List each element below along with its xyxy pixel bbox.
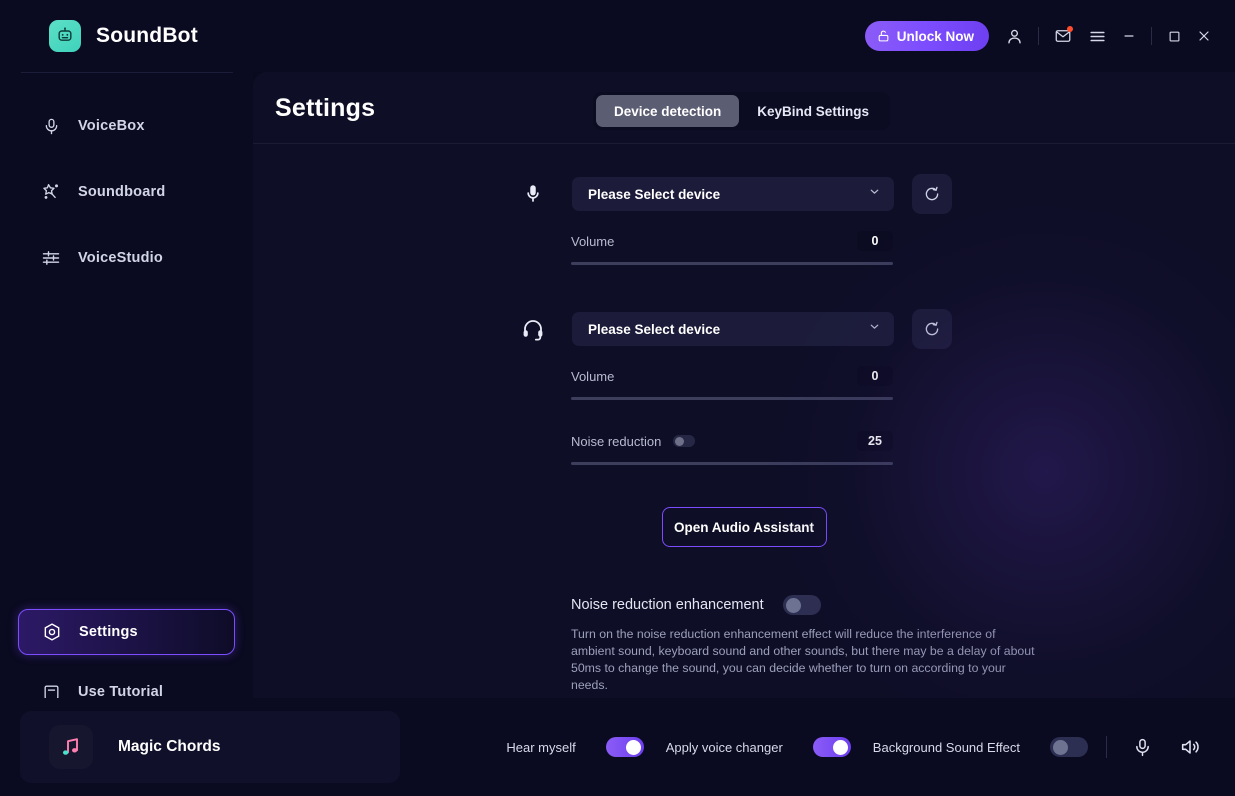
content-header: Settings Device detection KeyBind Settin…: [253, 72, 1235, 144]
device-detection-body: Please Select device Volume 0 Please Sel…: [253, 144, 1235, 694]
hear-myself-control: Hear myself: [506, 737, 644, 757]
microphone-device-select[interactable]: Please Select device: [572, 177, 894, 211]
noise-enhancement-row: Noise reduction enhancement: [571, 595, 1235, 615]
unlock-now-label: Unlock Now: [896, 28, 974, 44]
hamburger-icon[interactable]: [1080, 19, 1114, 53]
mail-icon[interactable]: [1046, 19, 1080, 53]
sidebar-item-voicestudio[interactable]: VoiceStudio: [18, 235, 235, 281]
apply-voice-changer-label: Apply voice changer: [665, 739, 783, 755]
background-sound-effect-control: Background Sound Effect: [873, 737, 1088, 757]
sidebar-item-settings[interactable]: Settings: [18, 609, 235, 655]
toggle-knob: [625, 739, 641, 755]
robot-icon: [49, 20, 81, 52]
sidebar-top-divider: [20, 72, 233, 73]
microphone-device-row: Please Select device: [518, 174, 1235, 214]
close-icon[interactable]: [1189, 19, 1219, 53]
refresh-icon: [923, 320, 941, 338]
hear-myself-toggle[interactable]: [605, 737, 644, 757]
bottom-bar: Magic Chords Hear myself Apply voice cha…: [0, 698, 1235, 796]
notification-badge: [1067, 26, 1073, 32]
microphone-icon[interactable]: [1125, 730, 1159, 764]
headset-refresh-button[interactable]: [912, 309, 952, 349]
background-sound-effect-label: Background Sound Effect: [872, 739, 1020, 755]
soundbot-window: SoundBot Unlock Now VoiceBox Soundboard …: [0, 0, 1235, 796]
tab-keybind-settings[interactable]: KeyBind Settings: [739, 95, 887, 127]
sidebar-item-label: Settings: [79, 624, 138, 640]
background-sound-effect-toggle[interactable]: [1050, 737, 1088, 757]
noise-enhancement-description: Turn on the noise reduction enhancement …: [571, 627, 1035, 692]
divider: [1151, 27, 1152, 45]
microphone-volume-slider[interactable]: [571, 262, 893, 265]
user-icon[interactable]: [997, 19, 1031, 53]
hear-myself-label: Hear myself: [506, 739, 576, 755]
sidebar: VoiceBox Soundboard VoiceStudio Settings…: [0, 72, 253, 796]
microphone-volume-head: Volume 0: [571, 230, 893, 252]
sidebar-item-label: Soundboard: [78, 184, 166, 200]
tab-device-detection[interactable]: Device detection: [596, 95, 740, 127]
divider: [1038, 27, 1039, 45]
app-title: SoundBot: [96, 24, 198, 47]
speaker-icon[interactable]: [1173, 730, 1207, 764]
chevron-down-icon: [868, 320, 881, 338]
headset-volume-head: Volume 0: [571, 365, 893, 387]
brand: SoundBot: [49, 20, 198, 52]
headset-volume-value: 0: [857, 366, 893, 386]
open-audio-assistant-button[interactable]: Open Audio Assistant: [661, 507, 827, 547]
unlock-now-button[interactable]: Unlock Now: [864, 21, 989, 51]
sidebar-item-label: VoiceStudio: [78, 250, 163, 266]
maximize-icon[interactable]: [1159, 19, 1189, 53]
apply-voice-changer-toggle[interactable]: [812, 737, 851, 757]
noise-reduction-value: 25: [857, 431, 893, 451]
headset-volume-label: Volume: [571, 368, 615, 384]
microphone-volume-value: 0: [857, 231, 893, 251]
minimize-icon[interactable]: [1114, 19, 1144, 53]
settings-target-icon: [41, 621, 63, 643]
apply-voice-changer-control: Apply voice changer: [666, 737, 851, 757]
divider: [1106, 736, 1107, 758]
headset-device-value: Please Select device: [588, 321, 721, 337]
track-title: Magic Chords: [118, 738, 221, 755]
headset-device-select[interactable]: Please Select device: [572, 312, 894, 346]
noise-reduction-head: Noise reduction 25: [571, 430, 893, 452]
microphone-volume-block: Volume 0: [571, 230, 893, 265]
sliders-icon: [40, 247, 62, 269]
noise-reduction-label: Noise reduction: [571, 433, 662, 449]
bottom-bar-controls: Hear myself Apply voice changer Backgrou…: [506, 730, 1207, 764]
toggle-knob: [674, 436, 684, 446]
microphone-volume-label: Volume: [571, 233, 615, 249]
microphone-device-value: Please Select device: [588, 186, 721, 202]
title-bar: SoundBot Unlock Now: [0, 0, 1235, 72]
microphone-icon: [40, 115, 62, 137]
chevron-down-icon: [868, 185, 881, 203]
lock-icon: [877, 29, 890, 43]
settings-tabs: Device detection KeyBind Settings: [593, 92, 891, 130]
page-title: Settings: [275, 93, 376, 122]
window-controls: Unlock Now: [864, 19, 1219, 53]
toggle-knob: [832, 739, 848, 755]
headset-volume-block: Volume 0: [571, 365, 893, 400]
microphone-icon: [518, 179, 548, 209]
noise-reduction-toggle[interactable]: [673, 435, 696, 447]
settings-panel: Settings Device detection KeyBind Settin…: [253, 72, 1235, 698]
microphone-refresh-button[interactable]: [912, 174, 952, 214]
toggle-knob: [1053, 739, 1068, 755]
music-note-icon: [49, 725, 93, 769]
refresh-icon: [923, 185, 941, 203]
sidebar-nav: VoiceBox Soundboard VoiceStudio: [0, 103, 253, 281]
headset-icon: [518, 314, 548, 344]
headset-volume-slider[interactable]: [571, 397, 893, 400]
sidebar-item-label: VoiceBox: [78, 118, 145, 134]
noise-reduction-block: Noise reduction 25: [571, 430, 893, 465]
sidebar-item-voicebox[interactable]: VoiceBox: [18, 103, 235, 149]
toggle-knob: [785, 597, 801, 613]
headset-device-row: Please Select device: [518, 309, 1235, 349]
noise-enhancement-label: Noise reduction enhancement: [571, 597, 764, 613]
sidebar-item-soundboard[interactable]: Soundboard: [18, 169, 235, 215]
audio-assistant-row: Open Audio Assistant: [253, 507, 1235, 547]
noise-reduction-slider[interactable]: [571, 462, 893, 465]
magic-wand-icon: [40, 181, 62, 203]
noise-enhancement-toggle[interactable]: [782, 595, 821, 615]
current-track-card[interactable]: Magic Chords: [20, 711, 400, 783]
